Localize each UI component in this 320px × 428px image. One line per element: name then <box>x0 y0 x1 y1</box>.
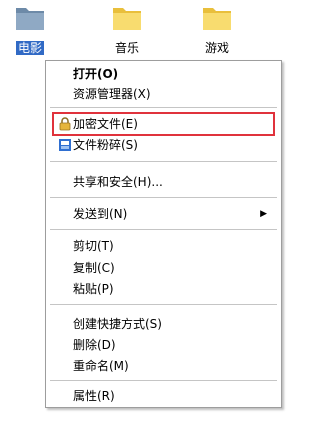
menu-item-share-security[interactable]: 共享和安全(H)... <box>46 172 281 192</box>
menu-item-label: 重命名(M) <box>73 359 129 373</box>
folder-label: 游戏 <box>204 41 229 55</box>
menu-item-label: 复制(C) <box>73 261 115 275</box>
menu-item-label: 属性(R) <box>73 389 115 403</box>
menu-item-label: 加密文件(E) <box>73 117 138 131</box>
menu-separator <box>50 161 277 162</box>
menu-item-copy[interactable]: 复制(C) <box>46 258 281 278</box>
folder-icon <box>203 8 231 30</box>
menu-item-send-to[interactable]: 发送到(N) ▶ <box>46 204 281 224</box>
folder-music[interactable]: 音乐 <box>97 0 157 60</box>
menu-item-cut[interactable]: 剪切(T) <box>46 236 281 256</box>
menu-item-open[interactable]: 打开(O) <box>46 64 281 84</box>
menu-separator <box>50 229 277 230</box>
menu-item-label: 打开(O) <box>73 67 119 81</box>
folder-label: 电影 <box>15 41 44 55</box>
menu-item-label: 文件粉碎(S) <box>73 138 138 152</box>
submenu-arrow-icon: ▶ <box>260 209 267 219</box>
menu-item-label: 资源管理器(X) <box>73 87 151 101</box>
menu-item-encrypt[interactable]: 加密文件(E) <box>46 114 281 134</box>
folder-icon <box>113 8 141 30</box>
menu-item-label: 粘贴(P) <box>73 282 114 296</box>
context-menu: 打开(O) 资源管理器(X) 加密文件(E) 文件粉碎(S) 共享和安全(H).… <box>45 60 282 408</box>
folder-games[interactable]: 游戏 <box>187 0 247 60</box>
folder-icon <box>16 8 44 30</box>
lock-icon <box>59 117 71 131</box>
menu-item-label: 剪切(T) <box>73 239 114 253</box>
menu-item-create-shortcut[interactable]: 创建快捷方式(S) <box>46 314 281 334</box>
menu-item-shred[interactable]: 文件粉碎(S) <box>46 135 281 155</box>
menu-item-delete[interactable]: 删除(D) <box>46 335 281 355</box>
menu-item-label: 共享和安全(H)... <box>73 175 163 189</box>
desktop: 电影 音乐 游戏 <box>0 0 300 60</box>
menu-item-explorer[interactable]: 资源管理器(X) <box>46 84 281 104</box>
folder-movies[interactable]: 电影 <box>0 0 60 60</box>
menu-separator <box>50 380 277 381</box>
menu-separator <box>50 304 277 305</box>
menu-item-rename[interactable]: 重命名(M) <box>46 356 281 376</box>
menu-separator <box>50 107 277 108</box>
menu-item-label: 创建快捷方式(S) <box>73 317 162 331</box>
menu-item-label: 发送到(N) <box>73 207 128 221</box>
menu-item-properties[interactable]: 属性(R) <box>46 386 281 406</box>
menu-item-label: 删除(D) <box>73 338 116 352</box>
menu-separator <box>50 197 277 198</box>
shredder-icon <box>59 139 71 151</box>
folder-label: 音乐 <box>114 41 139 55</box>
menu-item-paste[interactable]: 粘贴(P) <box>46 279 281 299</box>
